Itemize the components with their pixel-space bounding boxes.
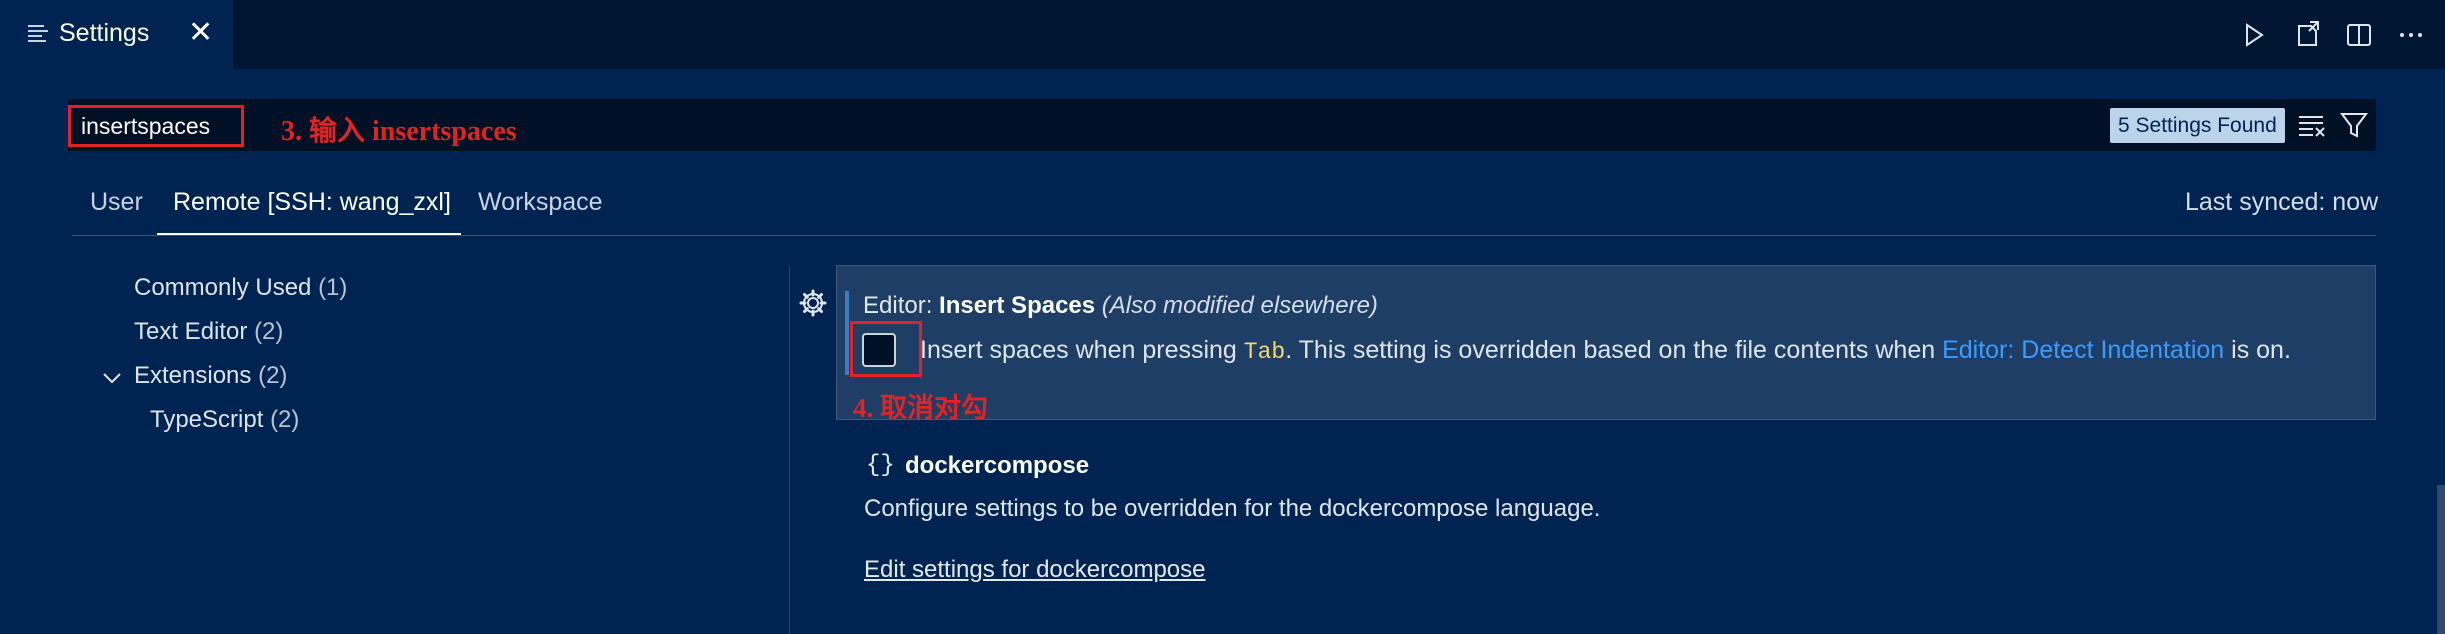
detect-indentation-link[interactable]: Editor: Detect Indentation <box>1942 336 2224 364</box>
split-editor-icon[interactable] <box>2342 18 2376 52</box>
run-icon[interactable] <box>2236 18 2270 52</box>
tab-label: Settings <box>59 19 150 47</box>
toc-label: TypeScript <box>150 406 264 433</box>
desc-code-tab: Tab <box>1243 339 1286 365</box>
desc-text: . This setting is overridden based on th… <box>1285 336 1943 364</box>
desc-text: is on. <box>2224 336 2291 364</box>
toc-count: (1) <box>318 274 348 301</box>
toc-count: (2) <box>258 362 288 389</box>
chevron-down-icon[interactable] <box>100 366 124 390</box>
search-input[interactable] <box>68 105 244 147</box>
tab-remote[interactable]: Remote [SSH: wang_zxl] <box>173 188 451 217</box>
toc-item-commonly-used[interactable]: Commonly Used (1) <box>134 274 347 302</box>
settings-tab[interactable]: Settings ✕ <box>0 0 233 69</box>
gear-icon[interactable] <box>798 288 828 318</box>
setting-category: Editor: <box>863 292 940 319</box>
results-count-badge: 5 Settings Found <box>2110 108 2285 143</box>
language-title: dockercompose <box>905 452 1090 479</box>
open-json-icon[interactable] <box>2290 18 2324 52</box>
close-icon[interactable]: ✕ <box>188 15 213 51</box>
annotation-highlight-box <box>850 321 922 377</box>
toc-divider <box>789 266 790 634</box>
filter-icon[interactable] <box>2337 108 2371 142</box>
editor-tab-bar <box>0 0 2445 69</box>
setting-name: Insert Spaces <box>939 292 1096 319</box>
toc-label: Commonly Used <box>134 274 312 301</box>
desc-text: Insert spaces when pressing <box>920 336 1244 364</box>
more-icon[interactable] <box>2394 18 2428 52</box>
scrollbar-thumb[interactable] <box>2437 485 2445 634</box>
toc-count: (2) <box>254 318 284 345</box>
tab-user[interactable]: User <box>90 188 143 217</box>
toc-item-text-editor[interactable]: Text Editor (2) <box>134 318 283 346</box>
setting-title: Editor: Insert Spaces (Also modified els… <box>863 292 1378 320</box>
last-synced-status: Last synced: now <box>2185 188 2379 216</box>
language-description: Configure settings to be overridden for … <box>864 495 1601 522</box>
clear-filter-icon[interactable] <box>2295 108 2329 142</box>
annotation-step3: 3. 输入 insertspaces <box>281 116 517 147</box>
annotation-step4: 4. 取消对勾 <box>853 393 988 423</box>
toc-label: Text Editor <box>134 318 248 345</box>
setting-description: Insert spaces when pressing Tab. This se… <box>920 336 2291 365</box>
braces-icon: {} <box>866 452 895 479</box>
toc-item-extensions[interactable]: Extensions (2) <box>134 362 287 390</box>
list-icon <box>28 25 48 43</box>
tab-workspace[interactable]: Workspace <box>478 188 603 217</box>
scope-divider <box>72 235 2376 236</box>
edit-settings-link[interactable]: Edit settings for dockercompose <box>864 556 1206 584</box>
toc-label: Extensions <box>134 362 252 389</box>
modified-indicator <box>845 291 849 375</box>
toc-count: (2) <box>270 406 300 433</box>
modified-elsewhere-note: (Also modified elsewhere) <box>1101 292 1378 319</box>
toc-item-typescript[interactable]: TypeScript (2) <box>150 406 299 434</box>
